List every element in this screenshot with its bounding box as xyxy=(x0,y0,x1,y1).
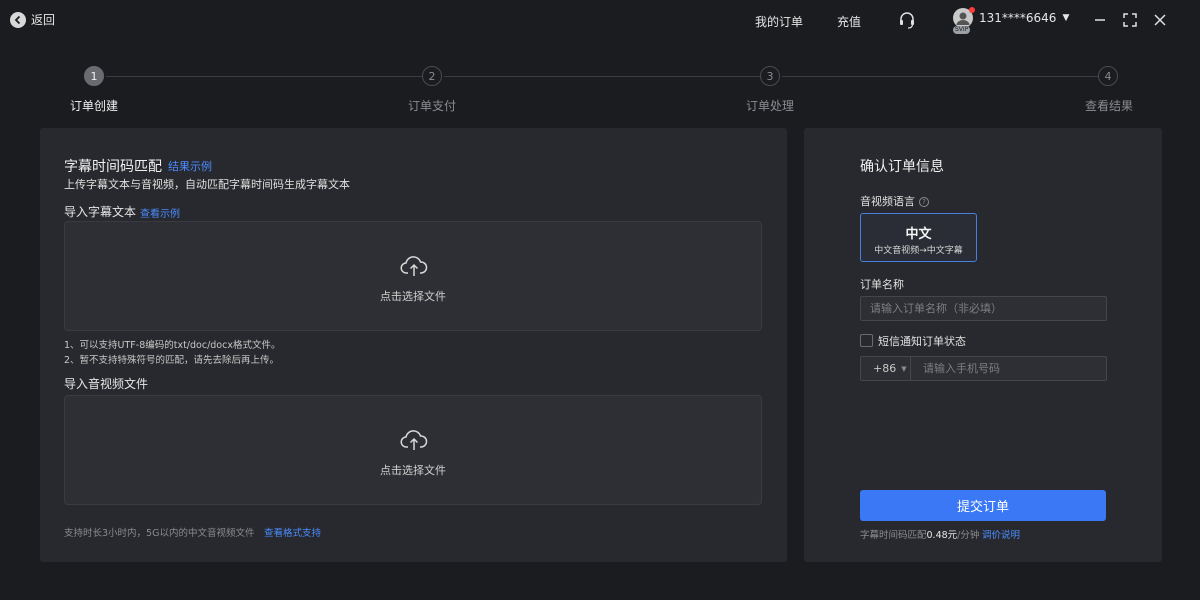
vip-badge: SVIP xyxy=(953,26,971,34)
title-bar: 返回 我的订单 充值 SVIP 131****6646 ▼ xyxy=(0,0,1200,40)
step-4-label: 查看结果 xyxy=(1085,99,1134,113)
sms-notify-checkbox[interactable] xyxy=(860,334,873,347)
page-title: 字幕时间码匹配 xyxy=(64,159,162,175)
headset-icon[interactable] xyxy=(897,10,917,30)
format-support-link[interactable]: 查看格式支持 xyxy=(264,525,321,539)
step-3-number: 3 xyxy=(760,66,780,86)
order-name-label: 订单名称 xyxy=(860,278,904,291)
back-label: 返回 xyxy=(31,13,56,27)
media-section-title: 导入音视频文件 xyxy=(64,377,149,391)
step-4-number: 4 xyxy=(1098,66,1118,86)
chevron-down-icon: ▼ xyxy=(901,364,907,373)
cloud-upload-icon xyxy=(400,430,428,450)
price-prefix: 字幕时间码匹配 xyxy=(860,530,927,541)
step-connector xyxy=(106,76,422,77)
dropzone-label: 点击选择文件 xyxy=(380,290,446,303)
view-example-link[interactable]: 查看示例 xyxy=(140,205,180,220)
country-code-value: +86 xyxy=(873,362,897,375)
subtitle-text-section-title: 导入字幕文本 xyxy=(64,205,137,219)
page-description: 上传字幕文本与音视频，自动匹配字幕时间码生成字幕文本 xyxy=(64,178,350,191)
media-limit-note: 支持时长3小时内，5G以内的中文音视频文件 xyxy=(64,528,255,539)
user-phone: 131****6646 xyxy=(979,11,1057,25)
phone-field: +86 ▼ xyxy=(860,356,1107,381)
maximize-icon[interactable] xyxy=(1120,10,1140,30)
chevron-down-icon: ▼ xyxy=(1062,13,1070,23)
order-confirm-title: 确认订单信息 xyxy=(860,159,944,175)
back-arrow-icon xyxy=(10,11,26,28)
help-icon[interactable]: ? xyxy=(919,197,929,207)
language-label-text: 音视频语言 xyxy=(860,195,915,208)
close-icon[interactable] xyxy=(1150,10,1170,30)
format-note-2: 2、暂不支持特殊符号的匹配，请先去除后再上传。 xyxy=(64,355,280,366)
language-option-chinese[interactable]: 中文 中文音视频→中文字幕 xyxy=(860,213,977,262)
step-3-label: 订单处理 xyxy=(746,99,795,113)
country-code-select[interactable]: +86 ▼ xyxy=(861,357,911,380)
notification-dot xyxy=(969,7,975,13)
step-1-label: 订单创建 xyxy=(70,99,119,113)
avatar: SVIP xyxy=(953,7,975,34)
step-connector xyxy=(782,76,1098,77)
step-2-label: 订单支付 xyxy=(408,99,457,113)
dropzone-label: 点击选择文件 xyxy=(380,464,446,477)
order-name-input[interactable] xyxy=(860,296,1107,321)
result-example-link[interactable]: 结果示例 xyxy=(168,158,212,174)
pricing-explanation-link[interactable]: 调价说明 xyxy=(982,527,1020,541)
language-option-title: 中文 xyxy=(905,227,932,242)
language-option-subtitle: 中文音视频→中文字幕 xyxy=(874,246,963,256)
price-suffix: /分钟 xyxy=(957,530,980,541)
language-label: 音视频语言? xyxy=(860,193,929,209)
step-connector xyxy=(444,76,760,77)
user-menu[interactable]: SVIP 131****6646 ▼ xyxy=(953,7,1070,34)
my-orders-link[interactable]: 我的订单 xyxy=(755,13,803,30)
step-2-number: 2 xyxy=(422,66,442,86)
progress-stepper: 1 2 3 4 订单创建 订单支付 订单处理 查看结果 xyxy=(0,60,1200,120)
back-button[interactable]: 返回 xyxy=(10,11,55,28)
phone-input[interactable] xyxy=(913,357,1103,380)
cloud-upload-icon xyxy=(400,256,428,276)
subtitle-text-dropzone[interactable]: 点击选择文件 xyxy=(64,221,762,331)
order-confirm-panel: 确认订单信息 音视频语言? 中文 中文音视频→中文字幕 订单名称 短信通知订单状… xyxy=(804,128,1162,562)
media-file-dropzone[interactable]: 点击选择文件 xyxy=(64,395,762,505)
price-info: 字幕时间码匹配0.48元/分钟 xyxy=(860,527,979,541)
price-value: 0.48元 xyxy=(926,530,958,541)
submit-order-button[interactable]: 提交订单 xyxy=(860,490,1106,521)
sms-notify-label: 短信通知订单状态 xyxy=(878,335,966,348)
step-1-number: 1 xyxy=(84,66,104,86)
format-note-1: 1、可以支持UTF-8编码的txt/doc/docx格式文件。 xyxy=(64,340,281,351)
minimize-icon[interactable] xyxy=(1090,10,1110,30)
upload-panel: 字幕时间码匹配 结果示例 上传字幕文本与音视频，自动匹配字幕时间码生成字幕文本 … xyxy=(40,128,787,562)
recharge-link[interactable]: 充值 xyxy=(837,13,861,30)
